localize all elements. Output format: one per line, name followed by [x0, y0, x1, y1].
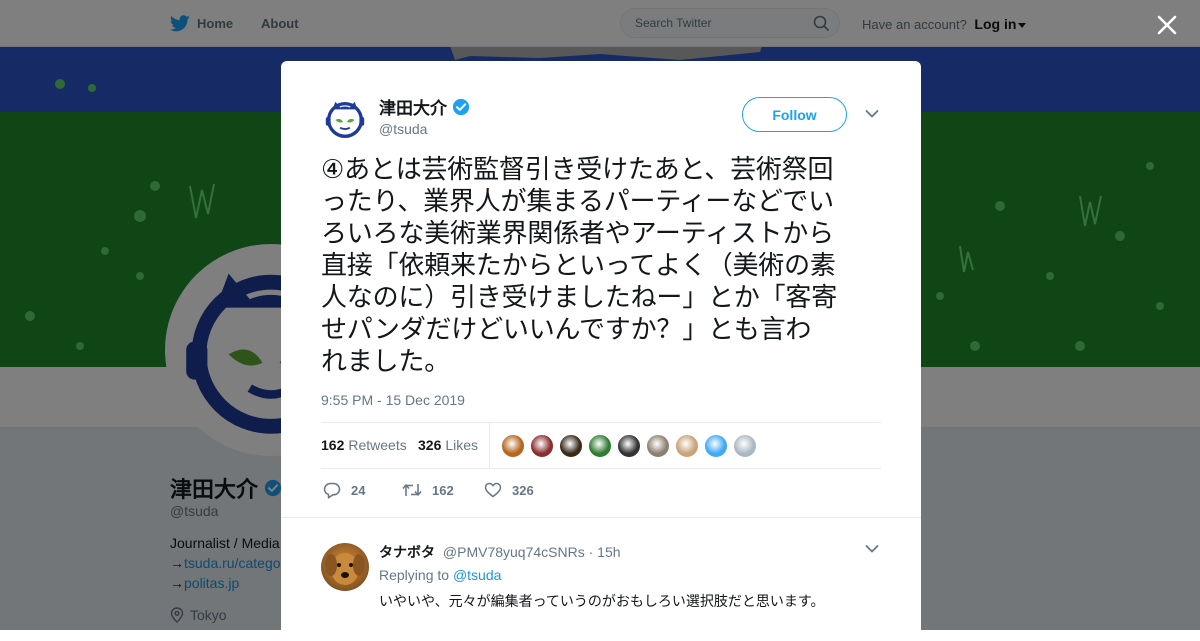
tweet-text-line: 直接「依頼来たからといってよく（美術の素 — [321, 251, 836, 281]
likes-label: Likes — [445, 437, 479, 453]
liker-avatars — [501, 434, 762, 458]
reply-divider — [281, 517, 921, 518]
close-icon[interactable] — [1154, 12, 1180, 38]
chevron-down-icon[interactable] — [865, 109, 879, 119]
replying-to-label: Replying to — [379, 567, 450, 583]
reply-action[interactable]: 24 — [323, 482, 365, 499]
reply-author-handle[interactable]: @PMV78yuq74cSNRs — [443, 544, 585, 560]
liker-avatar[interactable] — [588, 434, 612, 458]
reply-header: タナボタ @PMV78yuq74cSNRs · 15h — [379, 542, 621, 562]
dog-photo-icon — [325, 553, 365, 585]
retweet-icon — [402, 484, 422, 496]
author-name[interactable]: 津田大介 — [379, 94, 470, 119]
tweet-text-line: ④あとは芸術監督引き受けたあと、芸術祭回 — [321, 155, 834, 185]
like-count: 326 — [512, 482, 534, 498]
follow-button[interactable]: Follow — [742, 97, 847, 132]
tweet-text: ④あとは芸術監督引き受けたあと、芸術祭回 ったり、業界人が集まるパーティーなどで… — [321, 154, 891, 378]
chevron-down-icon[interactable] — [865, 544, 879, 554]
tweet-text-line: ったり、業界人が集まるパーティーなどでい — [321, 187, 834, 217]
retweet-action[interactable]: 162 — [402, 482, 454, 498]
retweets-stat[interactable]: 162 Retweets — [321, 437, 407, 453]
like-action[interactable]: 326 — [484, 482, 534, 498]
tweet-text-line: れました。 — [321, 347, 451, 377]
liker-avatar[interactable] — [559, 434, 583, 458]
reply-time[interactable]: 15h — [597, 544, 620, 560]
liker-avatar[interactable] — [646, 434, 670, 458]
author-handle[interactable]: @tsuda — [379, 121, 427, 137]
likes-count: 326 — [418, 437, 442, 453]
stats-divider — [489, 423, 490, 469]
replying-to: Replying to @tsuda — [379, 567, 501, 583]
reply-text: いやいや、元々が編集者っていうのがおもしろい選択肢だと思います。 — [379, 594, 825, 610]
tweet-modal: 津田大介 @tsuda Follow ④あとは芸術監督引き受けたあと、芸術祭回 … — [281, 61, 921, 641]
retweets-label: Retweets — [348, 437, 407, 453]
heart-icon — [484, 482, 502, 498]
reply-count: 24 — [351, 483, 366, 498]
author-avatar[interactable] — [321, 95, 369, 143]
reply-author-name[interactable]: タナボタ — [379, 544, 435, 560]
replying-to-handle[interactable]: @tsuda — [453, 567, 501, 583]
verified-badge-icon — [452, 98, 470, 115]
liker-avatar[interactable] — [530, 434, 554, 458]
tweet-text-line: せパンダだけどいいんですか？」とも言わ — [321, 315, 812, 345]
tweet-stats: 162 Retweets 326 Likes — [321, 422, 881, 469]
author-name-text[interactable]: 津田大介 — [379, 94, 447, 119]
tweet-timestamp[interactable]: 9:55 PM - 15 Dec 2019 — [321, 392, 465, 408]
reply-author-avatar[interactable] — [321, 543, 369, 591]
retweets-count: 162 — [321, 437, 345, 453]
tweet-text-line: ろいろな美術業界関係者やアーティストから — [321, 219, 834, 249]
tweet-actions: 24 162 326 — [321, 479, 881, 503]
retweet-count: 162 — [432, 482, 454, 498]
liker-avatar[interactable] — [617, 434, 641, 458]
tweet-text-line: 人なのに）引き受けましたねー」とか「客寄 — [321, 283, 838, 313]
liker-avatar[interactable] — [501, 434, 525, 458]
reply-separator: · — [588, 544, 594, 560]
liker-avatar[interactable] — [704, 434, 728, 458]
reply-icon — [323, 482, 341, 499]
liker-avatar[interactable] — [733, 434, 757, 458]
napster-logo-icon — [325, 101, 365, 138]
liker-avatar[interactable] — [675, 434, 699, 458]
likes-stat[interactable]: 326 Likes — [418, 437, 478, 453]
